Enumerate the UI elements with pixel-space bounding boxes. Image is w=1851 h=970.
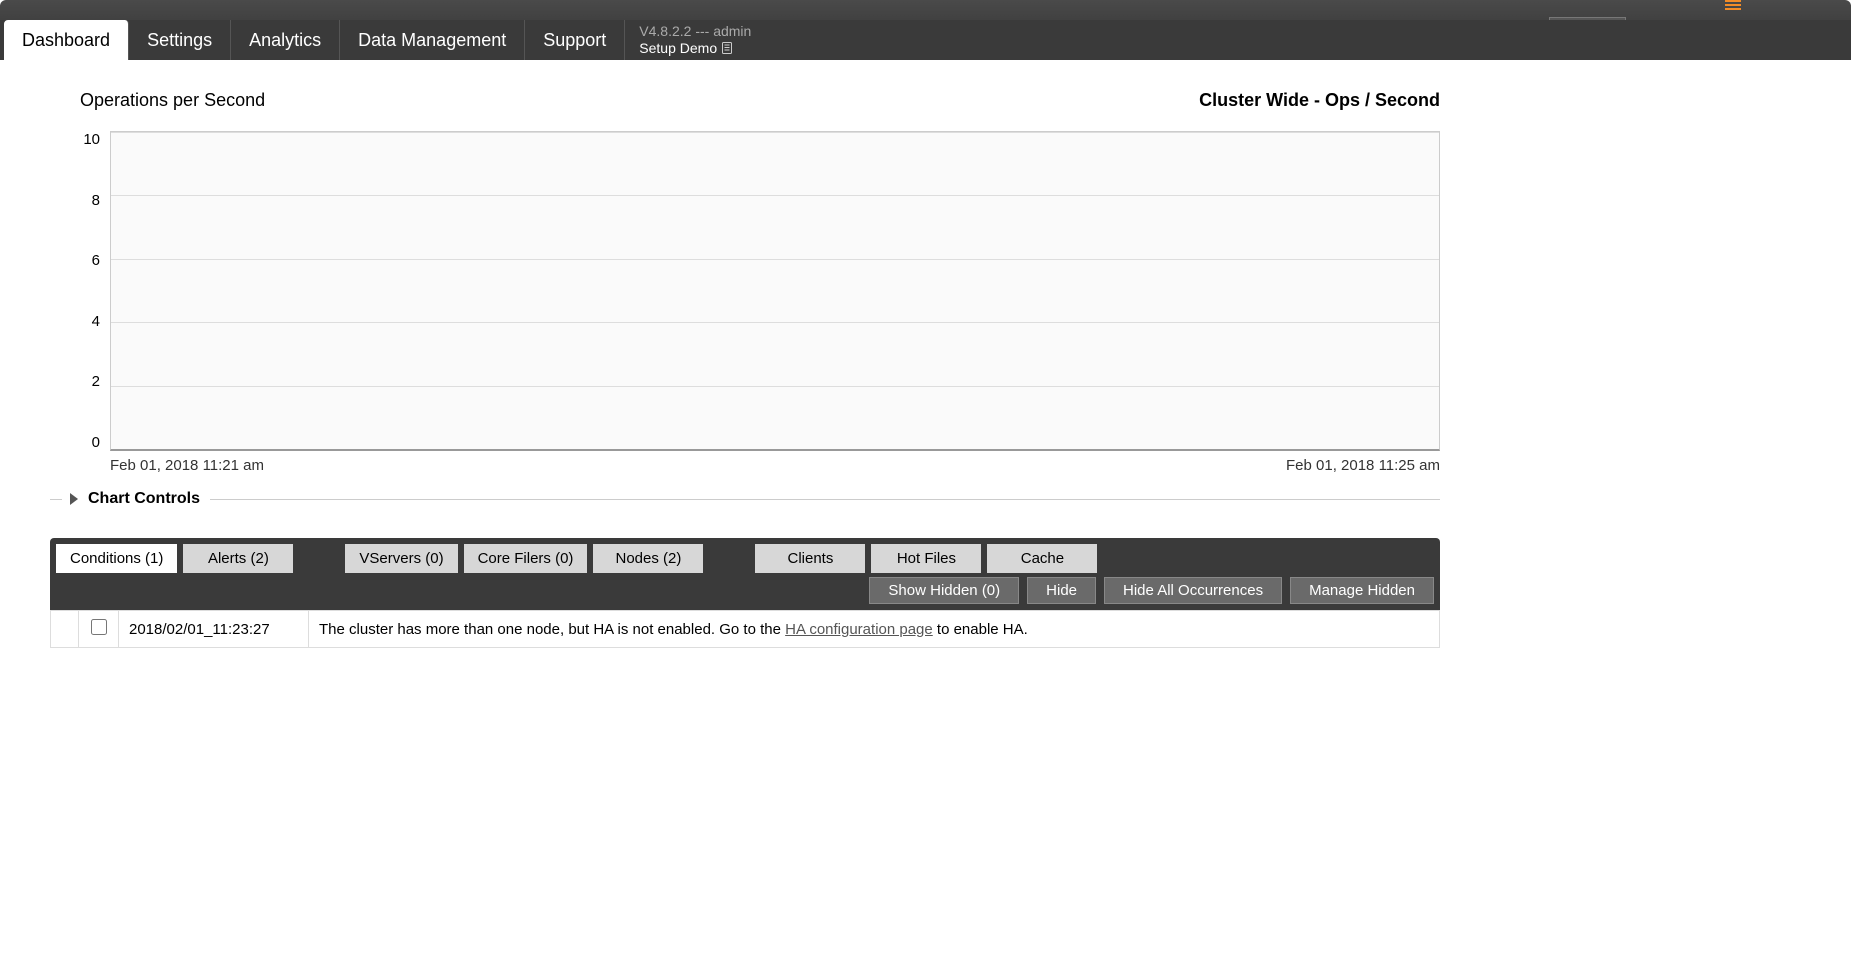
conditions-table: 2018/02/01_11:23:27 The cluster has more… [50,610,1440,648]
manage-hidden-button[interactable]: Manage Hidden [1290,577,1434,604]
row-message: The cluster has more than one node, but … [309,611,1440,648]
tab-group-alerts: Conditions (1) Alerts (2) [56,544,293,573]
bottom-tab-bar: Conditions (1) Alerts (2) VServers (0) C… [50,538,1440,573]
clipboard-icon [721,41,733,55]
tab-cache[interactable]: Cache [987,544,1097,573]
y-tick: 2 [50,373,100,390]
tab-clients[interactable]: Clients [755,544,865,573]
y-tick: 4 [50,313,100,330]
row-checkbox-cell [79,611,119,648]
chart-plot-area: 10 8 6 4 2 0 [50,131,1440,451]
tab-core-filers[interactable]: Core Filers (0) [464,544,588,573]
ha-config-link[interactable]: HA configuration page [785,621,933,638]
tab-alerts[interactable]: Alerts (2) [183,544,293,573]
nav-tab-settings[interactable]: Settings [129,20,231,60]
chart-title-right: Cluster Wide - Ops / Second [1199,90,1440,111]
expand-right-icon [70,493,78,505]
chart-title-left: Operations per Second [80,90,265,111]
row-timestamp: 2018/02/01_11:23:27 [119,611,309,648]
conditions-action-bar: Show Hidden (0) Hide Hide All Occurrence… [50,573,1440,610]
setup-demo-link[interactable]: Setup Demo [639,40,751,57]
chart-header: Operations per Second Cluster Wide - Ops… [50,90,1440,111]
logo-accent-bars-icon [1725,0,1741,12]
x-start-label: Feb 01, 2018 11:21 am [110,457,264,474]
chart-controls-toggle[interactable]: Chart Controls [50,490,1440,508]
row-message-suffix: to enable HA. [933,621,1028,638]
tab-group-resources: VServers (0) Core Filers (0) Nodes (2) [345,544,703,573]
hide-button[interactable]: Hide [1027,577,1096,604]
nav-meta: V4.8.2.2 --- admin Setup Demo [625,20,765,60]
tab-group-misc: Clients Hot Files Cache [755,544,1097,573]
nav-tab-data-management[interactable]: Data Management [340,20,525,60]
show-hidden-button[interactable]: Show Hidden (0) [869,577,1019,604]
y-tick: 8 [50,192,100,209]
chart-plot[interactable] [110,131,1440,451]
tab-vservers[interactable]: VServers (0) [345,544,457,573]
table-row: 2018/02/01_11:23:27 The cluster has more… [51,611,1440,648]
x-end-label: Feb 01, 2018 11:25 am [1286,457,1440,474]
nav-tab-dashboard[interactable]: Dashboard [4,20,129,60]
row-expand-cell[interactable] [51,611,79,648]
hide-all-button[interactable]: Hide All Occurrences [1104,577,1282,604]
nav-tab-analytics[interactable]: Analytics [231,20,340,60]
main-nav: Dashboard Settings Analytics Data Manage… [0,20,1851,60]
nav-tab-support[interactable]: Support [525,20,625,60]
tab-hot-files[interactable]: Hot Files [871,544,981,573]
chart-controls-label: Chart Controls [88,490,200,508]
tab-nodes[interactable]: Nodes (2) [593,544,703,573]
chart-y-axis: 10 8 6 4 2 0 [50,131,110,451]
content-area: Operations per Second Cluster Wide - Ops… [0,60,1500,668]
tab-conditions[interactable]: Conditions (1) [56,544,177,573]
chart-x-axis: Feb 01, 2018 11:21 am Feb 01, 2018 11:25… [110,457,1440,474]
y-tick: 6 [50,252,100,269]
version-label: V4.8.2.2 --- admin [639,23,751,40]
row-checkbox[interactable] [91,619,107,635]
y-tick: 0 [50,434,100,451]
row-message-prefix: The cluster has more than one node, but … [319,621,785,638]
y-tick: 10 [50,131,100,148]
